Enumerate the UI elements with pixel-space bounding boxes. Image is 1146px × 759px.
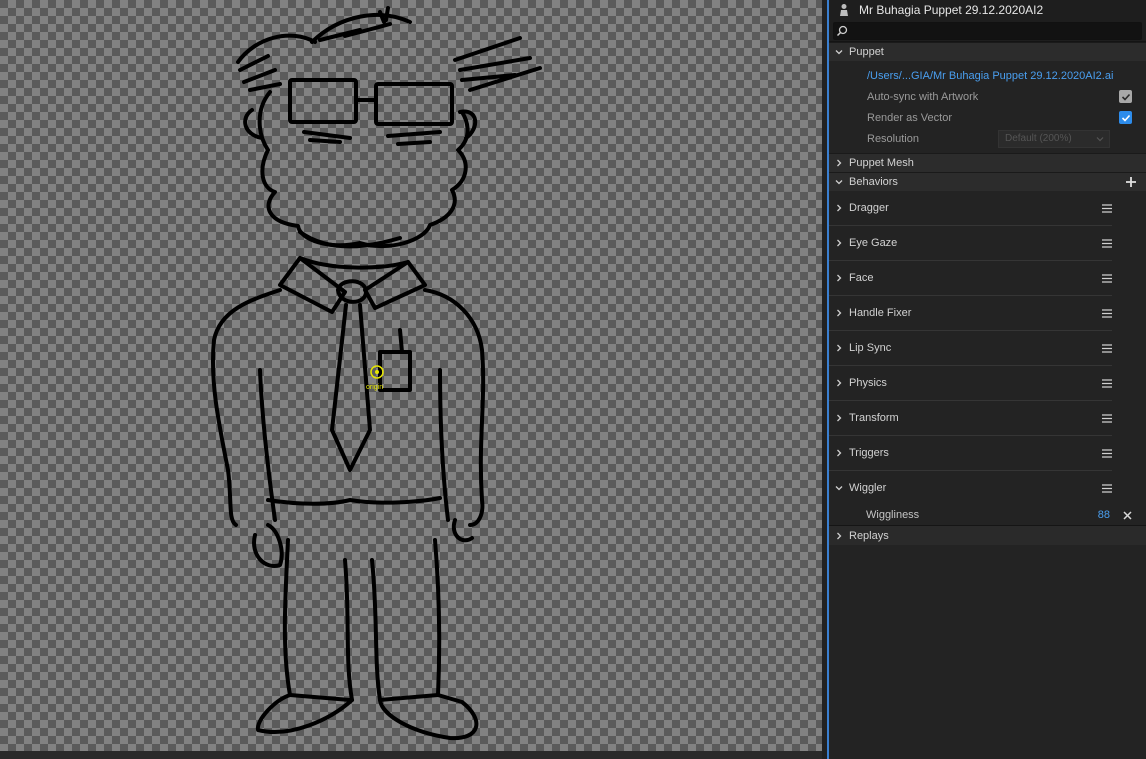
behavior-handle-fixer[interactable]: Handle Fixer (829, 296, 1112, 331)
puppet-person-icon (840, 4, 848, 16)
puppet-properties: /Users/...GIA/Mr Buhagia Puppet 29.12.20… (829, 61, 1146, 153)
auto-sync-checkbox[interactable] (1119, 90, 1132, 103)
section-puppet-mesh[interactable]: Puppet Mesh (829, 153, 1146, 172)
hamburger-menu-icon[interactable] (1102, 308, 1112, 318)
search-icon (836, 25, 848, 37)
search-input[interactable] (848, 23, 1141, 39)
chevron-down-icon (829, 48, 849, 56)
chevron-right-icon (829, 159, 849, 167)
hamburger-menu-icon[interactable] (1102, 413, 1112, 423)
add-behavior-plus-icon[interactable] (1124, 175, 1138, 189)
section-behaviors-label: Behaviors (849, 176, 898, 188)
section-puppet-label: Puppet (849, 46, 884, 58)
chevron-down-icon (829, 484, 849, 492)
chevron-right-icon (829, 344, 849, 352)
behavior-physics[interactable]: Physics (829, 366, 1112, 401)
puppet-file-path-link[interactable]: /Users/...GIA/Mr Buhagia Puppet 29.12.20… (867, 70, 1113, 82)
behavior-label: Face (849, 272, 874, 284)
chevron-right-icon (829, 239, 849, 247)
wiggliness-value[interactable]: 88 (1098, 509, 1110, 521)
checkmark-icon (1121, 93, 1130, 101)
behavior-lip-sync[interactable]: Lip Sync (829, 331, 1112, 366)
behavior-wiggler[interactable]: Wiggler (829, 471, 1112, 505)
chevron-right-icon (829, 532, 849, 540)
chevron-down-icon (829, 178, 849, 186)
render-vector-label: Render as Vector (867, 111, 952, 124)
behavior-label: Eye Gaze (849, 237, 898, 249)
search-row (829, 20, 1146, 42)
render-vector-row: Render as Vector (829, 107, 1146, 128)
wiggliness-param-row: Wiggliness 88 (829, 505, 1146, 526)
close-icon[interactable] (1123, 510, 1132, 520)
auto-sync-label: Auto-sync with Artwork (867, 90, 979, 103)
chevron-right-icon (829, 414, 849, 422)
behavior-label: Triggers (849, 447, 889, 459)
behavior-label: Transform (849, 412, 899, 424)
chevron-down-icon (1096, 136, 1104, 141)
search-box[interactable] (833, 22, 1142, 40)
hamburger-menu-icon[interactable] (1102, 483, 1112, 493)
section-puppet[interactable]: Puppet (829, 42, 1146, 61)
chevron-right-icon (829, 204, 849, 212)
checkmark-icon (1121, 114, 1130, 122)
puppet-title: Mr Buhagia Puppet 29.12.2020AI2 (859, 3, 1044, 17)
stage-scrollbar-horizontal[interactable] (0, 751, 822, 759)
behavior-face[interactable]: Face (829, 261, 1112, 296)
behavior-triggers[interactable]: Triggers (829, 436, 1112, 471)
behavior-transform[interactable]: Transform (829, 401, 1112, 436)
behavior-eye-gaze[interactable]: Eye Gaze (829, 226, 1112, 261)
hamburger-menu-icon[interactable] (1102, 448, 1112, 458)
resolution-label: Resolution (867, 132, 919, 145)
panel-header: Mr Buhagia Puppet 29.12.2020AI2 (829, 0, 1146, 20)
auto-sync-row: Auto-sync with Artwork (829, 86, 1146, 107)
section-puppet-mesh-label: Puppet Mesh (849, 157, 914, 169)
behavior-dragger[interactable]: Dragger (829, 191, 1112, 226)
hamburger-menu-icon[interactable] (1102, 378, 1112, 388)
hamburger-menu-icon[interactable] (1102, 343, 1112, 353)
hamburger-menu-icon[interactable] (1102, 203, 1112, 213)
behavior-list: Dragger Eye Gaze Face Handle Fixer Lip S… (829, 191, 1146, 526)
behavior-label: Physics (849, 377, 887, 389)
properties-panel: Mr Buhagia Puppet 29.12.2020AI2 Puppet /… (829, 0, 1146, 759)
render-vector-checkbox[interactable] (1119, 111, 1132, 124)
hamburger-menu-icon[interactable] (1102, 273, 1112, 283)
chevron-right-icon (829, 449, 849, 457)
section-replays[interactable]: Replays (829, 526, 1146, 545)
puppet-artwork: origin (210, 6, 542, 741)
behavior-label: Wiggler (849, 482, 887, 494)
resolution-select[interactable]: Default (200%) (998, 129, 1110, 148)
behavior-label: Lip Sync (849, 342, 892, 354)
resolution-row: Resolution Default (200%) (829, 128, 1146, 149)
puppet-file-path-row: /Users/...GIA/Mr Buhagia Puppet 29.12.20… (829, 65, 1146, 86)
section-replays-label: Replays (849, 529, 889, 542)
scene-stage[interactable]: origin (0, 0, 822, 751)
behavior-label: Handle Fixer (849, 307, 912, 319)
wiggliness-label: Wiggliness (866, 509, 920, 521)
chevron-right-icon (829, 309, 849, 317)
chevron-right-icon (829, 274, 849, 282)
hamburger-menu-icon[interactable] (1102, 238, 1112, 248)
behavior-label: Dragger (849, 202, 889, 214)
section-behaviors[interactable]: Behaviors (829, 172, 1146, 191)
chevron-right-icon (829, 379, 849, 387)
resolution-select-value: Default (200%) (1005, 133, 1072, 144)
origin-label: origin (366, 384, 383, 391)
